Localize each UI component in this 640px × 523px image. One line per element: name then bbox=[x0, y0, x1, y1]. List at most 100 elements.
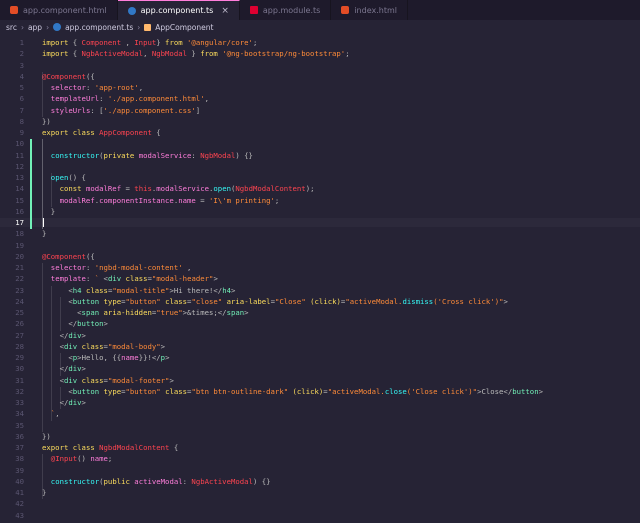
line-number: 33 bbox=[15, 398, 24, 407]
line-number: 11 bbox=[15, 150, 24, 160]
code-line[interactable]: 43 bbox=[0, 511, 640, 520]
code-token: name bbox=[178, 195, 196, 205]
code-token: class bbox=[81, 341, 104, 351]
code-line[interactable]: 19 bbox=[0, 241, 640, 250]
code-line[interactable]: 11 constructor(private modalService: Ngb… bbox=[0, 151, 640, 160]
tab-app-module-ts[interactable]: app.module.ts bbox=[240, 0, 332, 20]
code-line[interactable]: 33 </div> bbox=[0, 398, 640, 407]
code-line[interactable]: 32 <button type="button" class="btn btn-… bbox=[0, 387, 640, 396]
code-line[interactable]: 12 bbox=[0, 162, 640, 171]
line-number: 15 bbox=[15, 195, 24, 205]
line-number: 19 bbox=[15, 240, 24, 250]
code-token: < bbox=[99, 274, 108, 284]
code-line[interactable]: 14 const modalRef = this.modalService.op… bbox=[0, 184, 640, 193]
code-text: constructor(public activeModal: NgbActiv… bbox=[42, 477, 271, 486]
code-line[interactable]: 25 <span aria-hidden="true">&times;</spa… bbox=[0, 308, 640, 317]
code-token: < bbox=[42, 296, 73, 306]
code-token: './app.component.html' bbox=[107, 94, 205, 104]
code-line[interactable]: 21 selector: 'ngbd-modal-content' , bbox=[0, 263, 640, 272]
code-line[interactable]: 6 templateUrl: './app.component.html', bbox=[0, 94, 640, 103]
code-line[interactable]: 13 open() { bbox=[0, 173, 640, 182]
code-token: NgbActiveModal bbox=[81, 49, 144, 59]
code-line[interactable]: 5 selector: 'app-root', bbox=[0, 83, 640, 92]
code-line[interactable]: 22 template: ` <div class="modal-header"… bbox=[0, 274, 640, 283]
code-line[interactable]: 10 bbox=[0, 139, 640, 148]
line-number: 12 bbox=[15, 161, 24, 171]
code-editor[interactable]: 1 import { Component , Input} from '@angu… bbox=[0, 34, 640, 523]
close-icon[interactable]: × bbox=[221, 6, 229, 16]
code-line[interactable]: 37 export class NgbdModalContent { bbox=[0, 443, 640, 452]
code-line[interactable]: 20 @Component({ bbox=[0, 252, 640, 261]
code-line[interactable]: 36}) bbox=[0, 432, 640, 441]
code-line[interactable]: 28 <div class="modal-body"> bbox=[0, 342, 640, 351]
code-line[interactable]: 39 bbox=[0, 466, 640, 475]
code-token: export bbox=[42, 128, 69, 137]
code-line[interactable]: 30 </div> bbox=[0, 364, 640, 373]
code-line[interactable]: 16 } bbox=[0, 207, 640, 216]
code-token: ({ bbox=[85, 251, 95, 261]
code-line[interactable]: 23 <h4 class="modal-title">Hi there!</h4… bbox=[0, 286, 640, 295]
typescript-file-icon bbox=[53, 23, 62, 31]
code-line[interactable]: 4 @Component({ bbox=[0, 72, 640, 81]
code-line[interactable]: 8}) bbox=[0, 117, 640, 126]
code-token: }) bbox=[42, 431, 51, 441]
code-line[interactable]: 24 <button type="button" class="close" a… bbox=[0, 297, 640, 306]
breadcrumb-item[interactable]: src bbox=[6, 23, 17, 32]
code-line[interactable]: 7 styleUrls: ['./app.component.css'] bbox=[0, 106, 640, 115]
code-token: h4 bbox=[72, 285, 82, 295]
code-token: >Hi there!</ bbox=[169, 285, 223, 295]
code-line[interactable]: 31 <div class="modal-footer"> bbox=[0, 376, 640, 385]
line-number: 22 bbox=[15, 274, 24, 284]
code-line[interactable]: 3 bbox=[0, 61, 640, 70]
code-line[interactable]: 18} bbox=[0, 229, 640, 238]
code-line[interactable]: 41} bbox=[0, 488, 640, 497]
code-line[interactable]: 38 @Input() name; bbox=[0, 454, 640, 463]
code-text: selector: 'app-root', bbox=[42, 83, 143, 92]
code-token: : bbox=[85, 263, 95, 272]
code-token: close bbox=[384, 386, 407, 396]
code-text: import { NgbActiveModal, NgbModal } from… bbox=[42, 49, 350, 58]
code-line[interactable]: 34 `, bbox=[0, 409, 640, 418]
code-token: @Component bbox=[42, 71, 86, 81]
code-line[interactable]: 15 modalRef.componentInstance.name = 'I\… bbox=[0, 196, 640, 205]
code-token: div bbox=[107, 274, 122, 284]
code-line[interactable]: 9 export class AppComponent { bbox=[0, 128, 640, 137]
code-token: ('Cross click')" bbox=[433, 296, 504, 306]
tab-index-html[interactable]: index.html bbox=[331, 0, 408, 20]
code-line[interactable]: 40 constructor(public activeModal: NgbAc… bbox=[0, 477, 640, 486]
indent-guide bbox=[60, 296, 61, 331]
code-text: </div> bbox=[42, 364, 86, 373]
code-token: () bbox=[77, 454, 91, 464]
code-token: { bbox=[169, 443, 179, 452]
breadcrumb-item[interactable]: app.component.ts bbox=[65, 23, 133, 32]
breadcrumb-item[interactable]: app bbox=[28, 23, 42, 32]
line-number: 9 bbox=[19, 128, 24, 137]
code-token: class bbox=[72, 128, 95, 137]
code-text: templateUrl: './app.component.html', bbox=[42, 94, 209, 103]
code-token: }) bbox=[42, 116, 51, 126]
line-number: 26 bbox=[15, 319, 24, 329]
code-line[interactable]: 2 import { NgbActiveModal, NgbModal } fro… bbox=[0, 49, 640, 58]
code-token: : bbox=[85, 83, 95, 92]
code-text: template: ` <div class="modal-header"> bbox=[42, 274, 218, 283]
code-line[interactable]: 35 bbox=[0, 421, 640, 430]
indent-guide bbox=[42, 71, 43, 117]
code-line[interactable]: 29 <p>Hello, {{name}}!</p> bbox=[0, 353, 640, 362]
breadcrumb-item[interactable]: AppComponent bbox=[155, 23, 213, 32]
code-line[interactable]: 42 bbox=[0, 499, 640, 508]
line-number: 27 bbox=[15, 330, 24, 340]
code-token: @Input bbox=[50, 454, 78, 464]
code-line[interactable]: 1 import { Component , Input} from '@angu… bbox=[0, 38, 640, 47]
code-text: styleUrls: ['./app.component.css'] bbox=[42, 106, 200, 115]
code-line[interactable]: 27 </div> bbox=[0, 331, 640, 340]
code-line[interactable]: 17 bbox=[0, 218, 640, 227]
code-line[interactable]: 26 </button> bbox=[0, 319, 640, 328]
code-token: , bbox=[55, 409, 60, 419]
tab-app-component-ts[interactable]: app.component.ts × bbox=[117, 0, 240, 20]
tab-app-component-html[interactable]: app.component.html bbox=[0, 0, 118, 20]
line-number: 32 bbox=[15, 386, 24, 396]
